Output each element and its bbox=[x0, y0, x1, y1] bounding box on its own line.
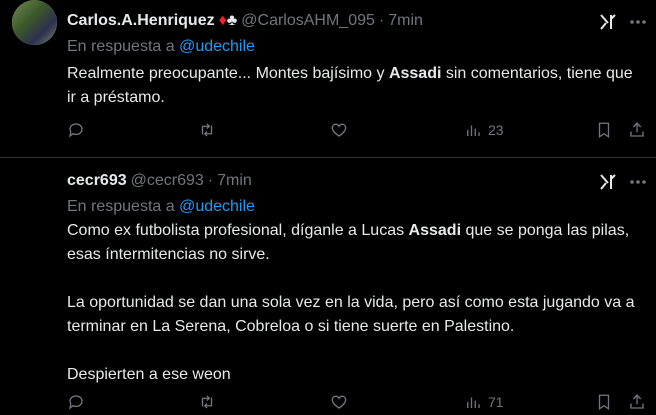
share-icon bbox=[630, 122, 644, 137]
share-button[interactable] bbox=[628, 121, 646, 139]
views-icon bbox=[467, 125, 480, 136]
like-icon bbox=[331, 395, 347, 409]
avatar[interactable] bbox=[12, 0, 57, 45]
retweet-icon bbox=[201, 123, 213, 137]
reply-prefix: En respuesta a bbox=[67, 198, 175, 215]
like-icon bbox=[331, 123, 347, 137]
name-suit-icons: ♦♣ bbox=[218, 12, 238, 29]
tweet-header: cecr693 @cecr693 · 7min bbox=[67, 172, 252, 190]
bookmark-button[interactable] bbox=[595, 121, 613, 139]
text-segment: La oportunidad se dan una sola vez en la… bbox=[67, 294, 635, 335]
more-icon[interactable] bbox=[628, 172, 648, 192]
tweet-actions: 23 bbox=[67, 121, 647, 143]
text-segment: Como ex futbolista profesional, díganle … bbox=[67, 222, 409, 239]
grok-icon[interactable] bbox=[599, 173, 617, 191]
separator: · bbox=[207, 172, 214, 189]
share-button[interactable] bbox=[628, 393, 646, 411]
like-button[interactable] bbox=[330, 393, 348, 411]
reply-context: En respuesta a @udechile bbox=[67, 38, 255, 56]
bookmark-button[interactable] bbox=[595, 393, 613, 411]
retweet-button[interactable] bbox=[198, 393, 216, 411]
share-icon bbox=[630, 394, 644, 409]
handle[interactable]: @CarlosAHM_095 bbox=[241, 12, 375, 30]
reply-icon bbox=[68, 123, 83, 138]
timestamp[interactable]: 7min bbox=[217, 172, 252, 190]
text-bold: Assadi bbox=[388, 65, 442, 82]
display-name[interactable]: Carlos.A.Henriquez bbox=[67, 12, 215, 30]
reply-to-link[interactable]: @udechile bbox=[179, 198, 255, 215]
views-count: 23 bbox=[488, 122, 504, 138]
tweet-header: Carlos.A.Henriquez ♦♣ @CarlosAHM_095 · 7… bbox=[67, 12, 423, 30]
more-icon[interactable] bbox=[628, 12, 648, 32]
reply-context: En respuesta a @udechile bbox=[67, 198, 255, 216]
views-button[interactable]: 71 bbox=[464, 393, 504, 411]
text-bold: Assadi bbox=[408, 222, 462, 239]
views-count: 71 bbox=[488, 394, 504, 410]
retweet-button[interactable] bbox=[198, 121, 216, 139]
reply-button[interactable] bbox=[67, 393, 85, 411]
tweet-actions: 71 bbox=[67, 393, 647, 415]
text-segment: Realmente preocupante... Montes bajísimo… bbox=[67, 65, 389, 82]
reply-to-link[interactable]: @udechile bbox=[179, 38, 255, 55]
grok-icon[interactable] bbox=[599, 13, 617, 31]
tweet-text: Como ex futbolista profesional, díganle … bbox=[67, 219, 637, 387]
like-button[interactable] bbox=[330, 121, 348, 139]
bookmark-icon bbox=[598, 122, 610, 139]
reply-icon bbox=[68, 395, 83, 410]
timestamp[interactable]: 7min bbox=[388, 12, 423, 30]
retweet-icon bbox=[201, 395, 213, 409]
display-name[interactable]: cecr693 bbox=[67, 172, 127, 190]
views-icon bbox=[467, 397, 480, 408]
tweet-text: Realmente preocupante... Montes bajísimo… bbox=[67, 62, 637, 110]
handle[interactable]: @cecr693 bbox=[131, 172, 204, 190]
bookmark-icon bbox=[598, 394, 610, 411]
reply-button[interactable] bbox=[67, 121, 85, 139]
text-segment: Despierten a ese weon bbox=[67, 366, 231, 383]
views-button[interactable]: 23 bbox=[464, 121, 504, 139]
separator: · bbox=[378, 12, 385, 29]
reply-prefix: En respuesta a bbox=[67, 38, 175, 55]
